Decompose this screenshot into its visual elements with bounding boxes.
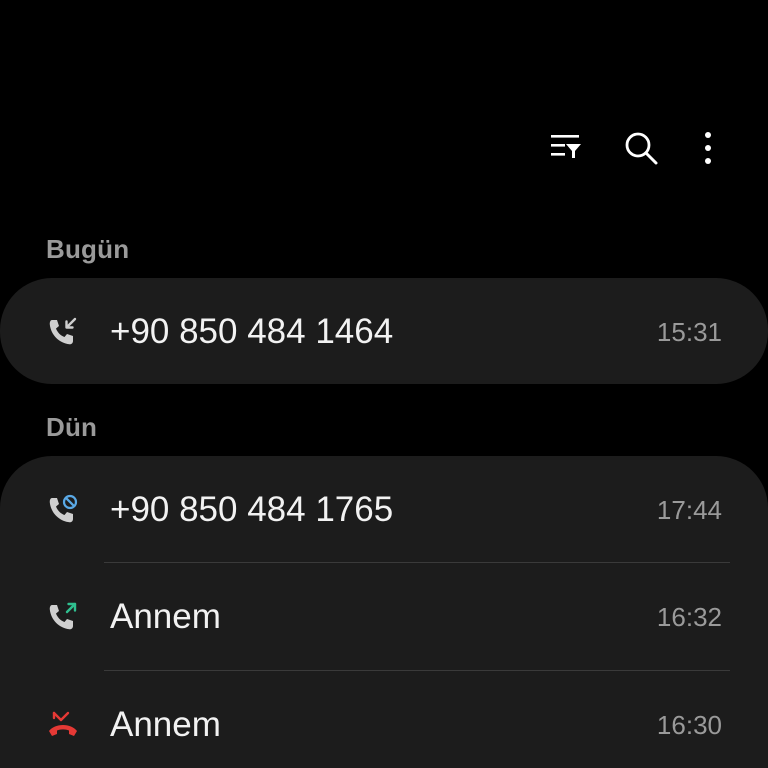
incoming-call-icon [49,317,77,345]
call-contact-name: Annem [110,597,221,636]
filter-list-icon [551,135,581,158]
toolbar [0,124,768,172]
more-vertical-icon [705,132,711,164]
outgoing-call-icon [49,602,77,630]
call-log-row[interactable]: Annem 16:30 [0,671,768,768]
call-time: 17:44 [656,495,722,525]
blocked-call-icon [49,494,78,523]
call-time: 16:30 [656,710,722,740]
call-log-screen: Bugün +90 850 484 1464 15:31 Dün +90 850… [0,0,768,768]
call-time: 16:32 [656,602,722,632]
call-group-card-yesterday: +90 850 484 1765 17:44 Annem 16:32 Annem… [0,456,768,768]
more-options-button[interactable] [684,124,732,172]
call-log-row[interactable]: Annem 16:32 [0,563,768,670]
call-contact-name: Annem [110,705,221,744]
call-log-row[interactable]: +90 850 484 1464 15:31 [0,278,768,385]
section-header-yesterday: Dün [46,412,98,442]
missed-call-icon [49,711,77,736]
section-header-today: Bugün [46,234,130,264]
search-button[interactable] [617,124,665,172]
call-contact-name: +90 850 484 1464 [110,312,394,351]
search-icon [625,132,658,165]
call-time: 15:31 [656,317,722,347]
call-contact-name: +90 850 484 1765 [110,490,394,529]
filter-button[interactable] [542,124,590,172]
call-log-row[interactable]: +90 850 484 1765 17:44 [0,456,768,563]
call-group-card-today: +90 850 484 1464 15:31 [0,278,768,384]
